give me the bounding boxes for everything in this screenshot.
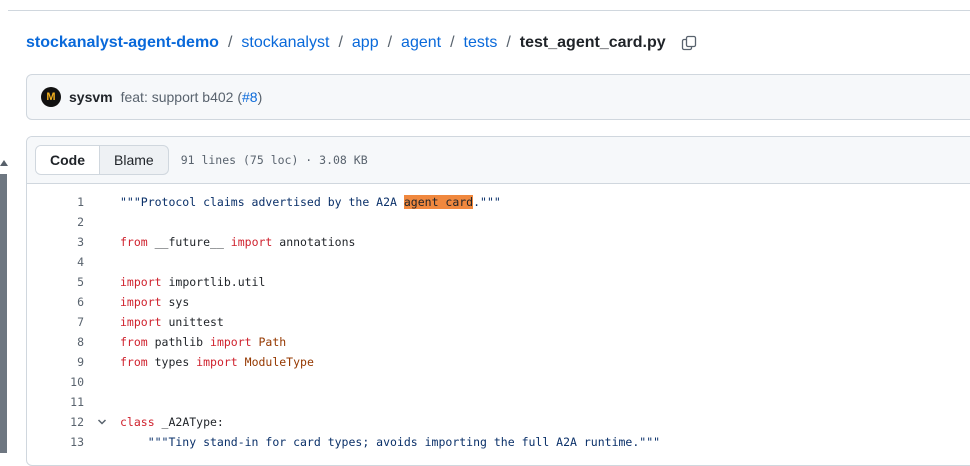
file-header: Code Blame 91 lines (75 loc) · 3.08 KB bbox=[27, 137, 970, 184]
code-token: unittest bbox=[161, 315, 224, 329]
line-number[interactable]: 7 bbox=[27, 315, 84, 329]
code-text: from pathlib import Path bbox=[120, 335, 286, 349]
copy-path-button[interactable] bbox=[678, 32, 700, 54]
code-line: 2 bbox=[27, 212, 970, 232]
code-line: 5 import importlib.util bbox=[27, 272, 970, 292]
code-token: import bbox=[120, 315, 162, 329]
line-number[interactable]: 6 bbox=[27, 295, 84, 309]
code-line: 9 from types import ModuleType bbox=[27, 352, 970, 372]
code-token: __future__ bbox=[147, 235, 231, 249]
line-number[interactable]: 9 bbox=[27, 355, 84, 369]
commit-pr-link[interactable]: #8 bbox=[242, 89, 258, 105]
code-line: 12 class _A2AType: bbox=[27, 412, 970, 432]
breadcrumb-file-name: test_agent_card.py bbox=[519, 34, 666, 51]
breadcrumb-separator: / bbox=[338, 34, 343, 51]
search-highlight: agent card bbox=[403, 195, 474, 209]
code-token: import bbox=[196, 355, 238, 369]
line-number[interactable]: 3 bbox=[27, 235, 84, 249]
page-scrollbar[interactable] bbox=[0, 0, 8, 453]
code-line: 11 bbox=[27, 392, 970, 412]
line-number[interactable]: 12 bbox=[27, 415, 84, 429]
line-number[interactable]: 8 bbox=[27, 335, 84, 349]
code-token: import bbox=[210, 335, 252, 349]
commit-message-text: feat: support b402 ( bbox=[120, 89, 243, 105]
scroll-up-caret-icon[interactable] bbox=[0, 160, 8, 166]
breadcrumb-link-app[interactable]: app bbox=[352, 34, 379, 52]
commit-author[interactable]: sysvm bbox=[69, 89, 113, 105]
file-meta: 91 lines (75 loc) · 3.08 KB bbox=[180, 153, 368, 167]
code-token: ModuleType bbox=[237, 355, 314, 369]
breadcrumb-separator: / bbox=[506, 34, 511, 51]
commit-message-end: ) bbox=[257, 89, 263, 105]
code-text: import sys bbox=[120, 295, 189, 309]
code-line: 13 """Tiny stand-in for card types; avoi… bbox=[27, 432, 970, 452]
code-text: import unittest bbox=[120, 315, 224, 329]
line-number[interactable]: 11 bbox=[27, 395, 84, 409]
code-token: types bbox=[147, 355, 197, 369]
code-text: """Protocol claims advertised by the A2A… bbox=[120, 195, 501, 209]
code-text: """Tiny stand-in for card types; avoids … bbox=[120, 435, 660, 449]
code-token: import bbox=[230, 235, 273, 249]
code-line: 10 bbox=[27, 372, 970, 392]
tab-code[interactable]: Code bbox=[36, 146, 100, 174]
line-number[interactable]: 13 bbox=[27, 435, 84, 449]
copy-icon bbox=[681, 35, 696, 51]
code-token: """Tiny stand-in for card types; avoids … bbox=[120, 435, 661, 449]
breadcrumb-separator: / bbox=[227, 34, 233, 51]
code-view: 1 """Protocol claims advertised by the A2… bbox=[27, 184, 970, 452]
code-token: importlib.util bbox=[161, 275, 266, 289]
code-text: from types import ModuleType bbox=[120, 355, 314, 369]
code-text: class _A2AType: bbox=[120, 415, 224, 429]
code-token: .""" bbox=[473, 195, 501, 209]
scrollbar-thumb[interactable] bbox=[0, 174, 7, 453]
code-line: 1 """Protocol claims advertised by the A2… bbox=[27, 192, 970, 212]
avatar[interactable]: M bbox=[41, 87, 61, 107]
breadcrumb-link-tests[interactable]: tests bbox=[464, 34, 498, 52]
code-line: 7 import unittest bbox=[27, 312, 970, 332]
code-token: annotations bbox=[272, 235, 356, 249]
breadcrumb-link-stockanalyst[interactable]: stockanalyst bbox=[241, 34, 329, 52]
tab-blame[interactable]: Blame bbox=[100, 146, 168, 174]
view-toggle: Code Blame bbox=[35, 145, 169, 175]
code-token: import bbox=[120, 275, 162, 289]
code-token: from bbox=[120, 355, 148, 369]
breadcrumb-repo-link[interactable]: stockanalyst-agent-demo bbox=[26, 34, 219, 52]
chevron-down-icon bbox=[97, 419, 107, 425]
line-number[interactable]: 10 bbox=[27, 375, 84, 389]
code-token: _A2AType: bbox=[154, 415, 224, 429]
fold-toggle[interactable] bbox=[84, 417, 120, 427]
code-token: pathlib bbox=[147, 335, 211, 349]
code-token: """Protocol claims advertised by the A2A bbox=[120, 195, 404, 209]
breadcrumb-separator: / bbox=[387, 34, 393, 51]
breadcrumb-link-agent[interactable]: agent bbox=[401, 34, 441, 52]
breadcrumb: stockanalyst-agent-demo / stockanalyst /… bbox=[26, 31, 700, 55]
code-token: Path bbox=[251, 335, 287, 349]
code-token: import bbox=[120, 295, 162, 309]
code-token: from bbox=[120, 335, 148, 349]
code-line: 4 bbox=[27, 252, 970, 272]
line-number[interactable]: 4 bbox=[27, 255, 84, 269]
code-text: from __future__ import annotations bbox=[120, 235, 355, 249]
line-number[interactable]: 2 bbox=[27, 215, 84, 229]
latest-commit-box: M sysvm feat: support b402 (#8) bbox=[26, 74, 970, 120]
code-line: 6 import sys bbox=[27, 292, 970, 312]
line-number[interactable]: 5 bbox=[27, 275, 84, 289]
line-number[interactable]: 1 bbox=[27, 195, 84, 209]
code-token: class bbox=[120, 415, 155, 429]
code-token: from bbox=[120, 235, 148, 249]
file-viewer: Code Blame 91 lines (75 loc) · 3.08 KB 1… bbox=[26, 136, 970, 466]
code-line: 3 from __future__ import annotations bbox=[27, 232, 970, 252]
code-line: 8 from pathlib import Path bbox=[27, 332, 970, 352]
code-text: import importlib.util bbox=[120, 275, 265, 289]
commit-message: feat: support b402 (#8) bbox=[121, 89, 263, 105]
breadcrumb-separator: / bbox=[450, 34, 455, 51]
top-divider bbox=[8, 10, 970, 11]
code-token: sys bbox=[161, 295, 190, 309]
